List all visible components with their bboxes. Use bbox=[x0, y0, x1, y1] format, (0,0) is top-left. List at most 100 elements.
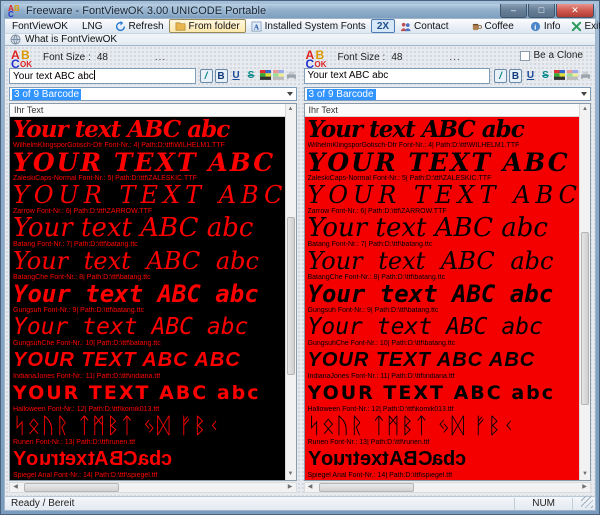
font-list-item[interactable]: YOUR TEXT ABC abc Halloween Font-Nr.: 12… bbox=[308, 381, 579, 414]
font-select-dropdown[interactable]: 3 of 9 Barcode bbox=[9, 87, 297, 102]
font-preview: Your text ABC abc bbox=[13, 249, 259, 275]
font-preview: ᛋᛟᚢᚱ ᛏᛗᛒᛏ ᛃᛞ ᚠᛒᚲ bbox=[13, 414, 222, 440]
maximize-button[interactable]: □ bbox=[528, 4, 555, 18]
scroll-left-icon[interactable]: ◀ bbox=[10, 483, 21, 492]
font-size-value[interactable]: 48 bbox=[391, 52, 421, 63]
font-size-more-button[interactable]: ... bbox=[155, 52, 166, 63]
format-toolbar: / B U S bbox=[494, 68, 591, 83]
selected-font-name: 3 of 9 Barcode bbox=[12, 88, 82, 100]
installed-system-fonts-button[interactable]: A Installed System Fonts bbox=[246, 19, 371, 33]
font-caption: Halloween Font-Nr.: 12| Path:D:\ttf\komi… bbox=[13, 406, 160, 414]
print-icon[interactable] bbox=[580, 70, 591, 81]
font-list-item[interactable]: Your text ABC abc WilhelmKlingsporGotisc… bbox=[308, 117, 579, 150]
vertical-scrollbar[interactable]: ▲ ▼ bbox=[284, 104, 296, 481]
what-is-fontviewok-link[interactable]: What is FontViewOK bbox=[25, 34, 117, 45]
vertical-scrollbar[interactable]: ▲ ▼ bbox=[579, 104, 590, 481]
bold-button[interactable]: B bbox=[214, 68, 228, 83]
font-preview: YOUR TEXT ABC abc bbox=[307, 382, 555, 405]
font-list-item[interactable]: YOUR TEXT ABC A Zarrow Font-Nr.: 6| Path… bbox=[308, 183, 579, 216]
bold-button[interactable]: B bbox=[509, 68, 522, 83]
font-preview: YOUR TEXT ABC A bbox=[13, 150, 284, 176]
font-list-item[interactable]: YOUR TEXT ABC A ZaleskiCaps-Normal Font-… bbox=[13, 150, 284, 183]
window-title: Freeware - FontViewOK 3.00 UNICODE Porta… bbox=[26, 5, 267, 18]
font-size-more-button[interactable]: ... bbox=[449, 52, 460, 63]
from-folder-button[interactable]: From folder bbox=[168, 19, 246, 34]
menu-fontviewok[interactable]: FontViewOK bbox=[5, 21, 75, 32]
font-list-item[interactable]: YOUR TEXT ABC A ZaleskiCaps-Normal Font-… bbox=[308, 150, 579, 183]
underline-button[interactable]: U bbox=[524, 69, 537, 83]
scroll-up-icon[interactable]: ▲ bbox=[580, 104, 590, 116]
font-select-dropdown[interactable]: 3 of 9 Barcode bbox=[303, 87, 591, 102]
strikethrough-button[interactable]: S bbox=[245, 69, 258, 83]
font-list-item[interactable]: Your text ABC abc BatangChe Font-Nr.: 8|… bbox=[13, 249, 284, 282]
status-text: Ready / Bereit bbox=[11, 498, 75, 510]
font-caption: Zarrow Font-Nr.: 6| Path:D:\ttf\ZARROW.T… bbox=[13, 208, 153, 216]
fontviewok-logo-icon: A B C OK bbox=[305, 48, 327, 72]
horizontal-scroll-thumb[interactable] bbox=[24, 483, 119, 493]
font-caption: Runen Font-Nr.: 13| Path:D:\ttf\runen.tt… bbox=[13, 439, 136, 447]
fontviewok-logo-icon: A B C OK bbox=[11, 48, 32, 72]
scroll-left-icon[interactable]: ◀ bbox=[305, 483, 316, 492]
scroll-down-icon[interactable]: ▼ bbox=[285, 469, 296, 481]
exit-button[interactable]: Exit bbox=[566, 19, 600, 33]
zoom-2x-toggle[interactable]: 2X bbox=[370, 19, 396, 34]
resize-grip[interactable] bbox=[581, 496, 593, 508]
minimize-button[interactable]: – bbox=[500, 4, 527, 18]
font-list-item[interactable]: Your text ABC abc GungsuhChe Font-Nr.: 1… bbox=[308, 315, 579, 348]
font-preview: Your text ABC abc bbox=[307, 249, 554, 275]
font-list-item[interactable]: Your text ABC abc Spiegel Arial Font-Nr.… bbox=[13, 447, 284, 480]
strikethrough-button[interactable]: S bbox=[539, 69, 552, 83]
scroll-right-icon[interactable]: ▶ bbox=[285, 483, 296, 492]
horizontal-scroll-thumb[interactable] bbox=[318, 483, 414, 493]
font-caption: Spiegel Arial Font-Nr.: 14| Path:D:\ttf\… bbox=[307, 472, 453, 480]
font-list-item[interactable]: Your text ABC abc Batang Font-Nr.: 7| Pa… bbox=[308, 216, 579, 249]
font-preview: Your text ABC abc bbox=[307, 282, 554, 308]
contact-button[interactable]: Contact bbox=[395, 19, 453, 33]
font-list-item[interactable]: Your text ABC abc Gungsuh Font-Nr.: 9| P… bbox=[13, 282, 284, 315]
coffee-button[interactable]: Coffee bbox=[466, 19, 519, 33]
font-size-value[interactable]: 48 bbox=[97, 52, 127, 63]
vertical-scroll-thumb[interactable] bbox=[286, 217, 295, 375]
font-caption: Gungsuh Font-Nr.: 9| Path:D:\ttf\batang.… bbox=[307, 307, 439, 315]
text-color-icon[interactable] bbox=[259, 70, 271, 81]
selected-font-name: 3 of 9 Barcode bbox=[306, 88, 376, 100]
font-list-item[interactable]: ᛋᛟᚢᚱ ᛏᛗᛒᛏ ᛃᛞ ᚠᛒᚲ Runen Font-Nr.: 13| Pat… bbox=[13, 414, 284, 447]
background-color-icon[interactable] bbox=[272, 70, 284, 81]
exit-icon bbox=[571, 21, 581, 31]
font-list-item[interactable]: YOUR TEXT ABC ABC IndianaJones Font-Nr.:… bbox=[13, 348, 284, 381]
print-icon[interactable] bbox=[286, 70, 297, 81]
close-button[interactable]: ✕ bbox=[556, 4, 594, 18]
font-list-item[interactable]: ᛋᛟᚢᚱ ᛏᛗᛒᛏ ᛃᛞ ᚠᛒᚲ Runen Font-Nr.: 13| Pat… bbox=[308, 414, 579, 447]
font-caption: Zarrow Font-Nr.: 6| Path:D:\ttf\ZARROW.T… bbox=[307, 208, 447, 216]
vertical-scroll-thumb[interactable] bbox=[581, 232, 589, 406]
font-list-item[interactable]: YOUR TEXT ABC A Zarrow Font-Nr.: 6| Path… bbox=[13, 183, 284, 216]
font-list-item[interactable]: Your text ABC abc GungsuhChe Font-Nr.: 1… bbox=[13, 315, 284, 348]
font-list-item[interactable]: Your text ABC abc Spiegel Arial Font-Nr.… bbox=[308, 447, 579, 480]
scroll-up-icon[interactable]: ▲ bbox=[285, 104, 296, 116]
chevron-down-icon bbox=[581, 92, 587, 97]
font-caption: BatangChe Font-Nr.: 8| Path:D:\ttf\batan… bbox=[307, 274, 446, 282]
horizontal-scrollbar[interactable]: ◀ ▶ bbox=[9, 482, 297, 494]
statusbar-divider bbox=[514, 497, 515, 510]
horizontal-scrollbar[interactable]: ◀ ▶ bbox=[303, 482, 591, 494]
background-color-icon[interactable] bbox=[567, 70, 578, 81]
underline-button[interactable]: U bbox=[230, 69, 243, 83]
font-list-item[interactable]: YOUR TEXT ABC abc Halloween Font-Nr.: 12… bbox=[13, 381, 284, 414]
title-bar: A B C Freeware - FontViewOK 3.00 UNICODE… bbox=[4, 4, 596, 19]
scroll-down-icon[interactable]: ▼ bbox=[580, 469, 590, 481]
font-list-item[interactable]: Your text ABC abc BatangChe Font-Nr.: 8|… bbox=[308, 249, 579, 282]
font-caption: Spiegel Arial Font-Nr.: 14| Path:D:\ttf\… bbox=[13, 472, 158, 480]
info-button[interactable]: i Info bbox=[525, 19, 566, 33]
font-list-item[interactable]: Your text ABC abc Gungsuh Font-Nr.: 9| P… bbox=[308, 282, 579, 315]
menu-lng[interactable]: LNG bbox=[75, 21, 110, 32]
text-color-icon[interactable] bbox=[554, 70, 565, 81]
font-list-item[interactable]: Your text ABC abc Batang Font-Nr.: 7| Pa… bbox=[13, 216, 284, 249]
scroll-right-icon[interactable]: ▶ bbox=[579, 483, 590, 492]
italic-button[interactable]: / bbox=[494, 68, 507, 83]
font-list-item[interactable]: YOUR TEXT ABC ABC IndianaJones Font-Nr.:… bbox=[308, 348, 579, 381]
be-a-clone-checkbox[interactable]: Be a Clone bbox=[519, 50, 583, 61]
font-caption: Batang Font-Nr.: 7| Path:D:\ttf\batang.t… bbox=[13, 241, 138, 249]
font-list-item[interactable]: Your text ABC abc WilhelmKlingsporGotisc… bbox=[13, 117, 284, 150]
refresh-button[interactable]: Refresh bbox=[110, 19, 169, 33]
italic-button[interactable]: / bbox=[199, 68, 213, 83]
